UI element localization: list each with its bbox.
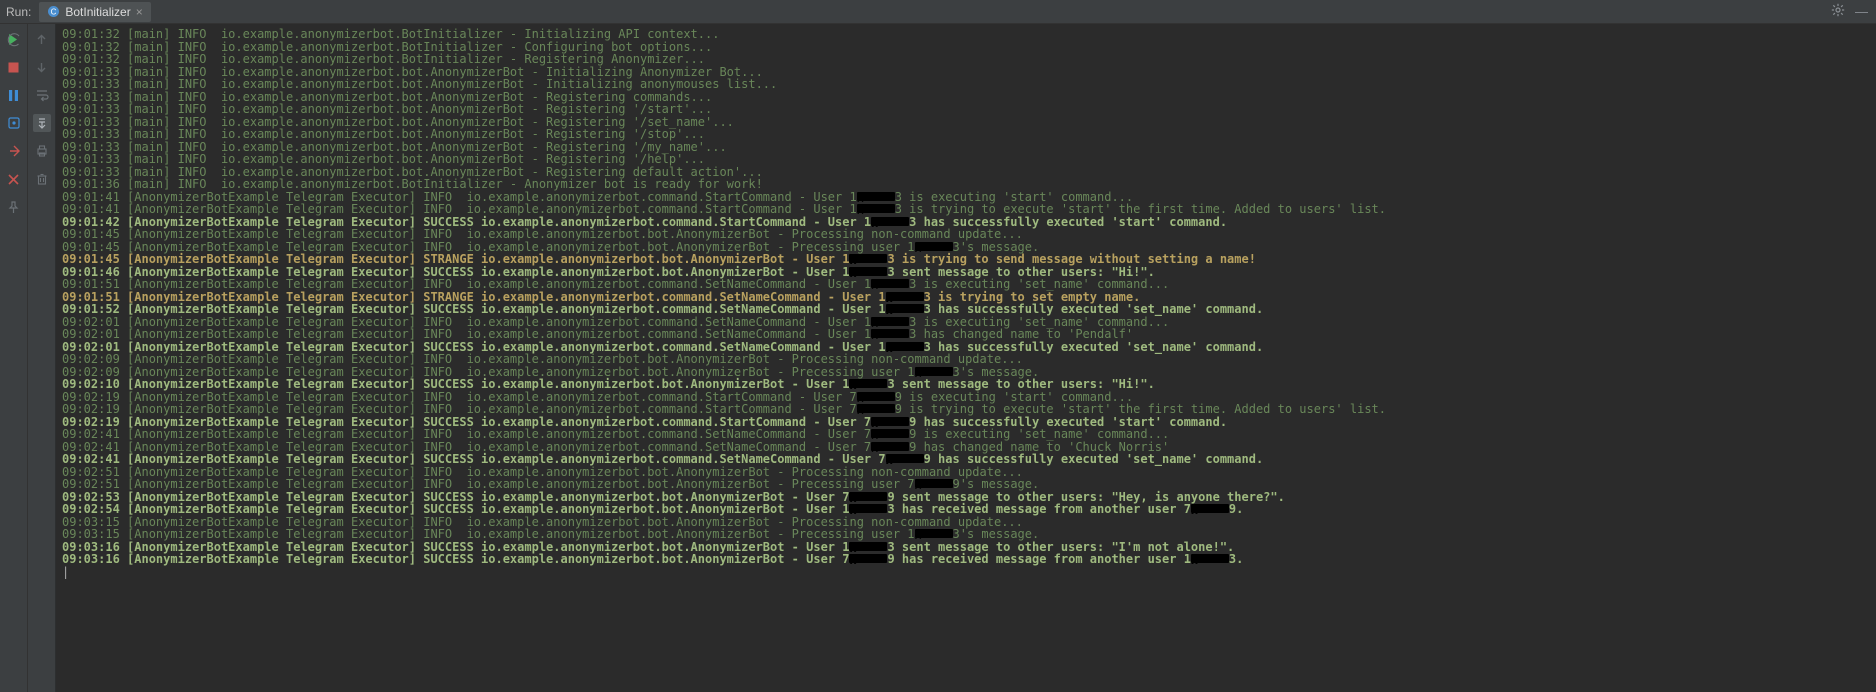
log-line: 09:03:16 [AnonymizerBotExample Telegram … [62,553,1870,566]
run-gutter-primary [0,24,28,692]
log-line: 09:01:33 [main] INFO io.example.anonymiz… [62,103,1870,116]
close-tab-icon[interactable]: × [136,5,143,19]
log-line: 09:01:33 [main] INFO io.example.anonymiz… [62,153,1870,166]
log-line: 09:01:33 [main] INFO io.example.anonymiz… [62,78,1870,91]
class-icon: C [47,5,60,18]
log-line: 09:01:45 [AnonymizerBotExample Telegram … [62,253,1870,266]
settings-icon[interactable] [1831,3,1845,20]
soft-wrap-icon[interactable] [33,86,51,104]
run-config-tab[interactable]: C BotInitializer × [39,2,150,22]
log-line: 09:03:15 [AnonymizerBotExample Telegram … [62,528,1870,541]
log-line: 09:01:45 [AnonymizerBotExample Telegram … [62,228,1870,241]
log-line: 09:02:54 [AnonymizerBotExample Telegram … [62,503,1870,516]
dump-threads-icon[interactable] [5,114,23,132]
log-line: 09:01:51 [AnonymizerBotExample Telegram … [62,278,1870,291]
run-label: Run: [6,5,39,19]
console-output[interactable]: 09:01:32 [main] INFO io.example.anonymiz… [56,24,1876,692]
log-line: 09:01:41 [AnonymizerBotExample Telegram … [62,203,1870,216]
log-line: 09:02:41 [AnonymizerBotExample Telegram … [62,428,1870,441]
clear-all-icon[interactable] [33,170,51,188]
log-line: 09:02:41 [AnonymizerBotExample Telegram … [62,453,1870,466]
console-caret: | [62,566,1870,579]
log-line: 09:01:32 [main] INFO io.example.anonymiz… [62,53,1870,66]
scroll-to-end-icon[interactable] [33,114,51,132]
exit-icon[interactable] [5,142,23,160]
svg-text:C: C [51,8,57,17]
log-line: 09:02:01 [AnonymizerBotExample Telegram … [62,328,1870,341]
print-icon[interactable] [33,142,51,160]
pause-icon[interactable] [5,86,23,104]
log-line: 09:01:52 [AnonymizerBotExample Telegram … [62,303,1870,316]
log-line: 09:02:51 [AnonymizerBotExample Telegram … [62,478,1870,491]
rerun-icon[interactable] [5,30,23,48]
log-line: 09:01:33 [main] INFO io.example.anonymiz… [62,128,1870,141]
log-line: 09:02:10 [AnonymizerBotExample Telegram … [62,378,1870,391]
run-gutter-secondary [28,24,56,692]
step-up-icon[interactable] [33,30,51,48]
pin-icon[interactable] [5,198,23,216]
log-line: 09:01:36 [main] INFO io.example.anonymiz… [62,178,1870,191]
hide-icon[interactable]: — [1855,4,1868,19]
close-config-icon[interactable] [5,170,23,188]
log-line: 09:02:09 [AnonymizerBotExample Telegram … [62,353,1870,366]
stop-icon[interactable] [5,58,23,76]
run-tool-window-header: Run: C BotInitializer × — [0,0,1876,24]
run-config-name: BotInitializer [65,5,130,19]
log-line: 09:01:32 [main] INFO io.example.anonymiz… [62,28,1870,41]
log-line: 09:02:19 [AnonymizerBotExample Telegram … [62,403,1870,416]
step-down-icon[interactable] [33,58,51,76]
